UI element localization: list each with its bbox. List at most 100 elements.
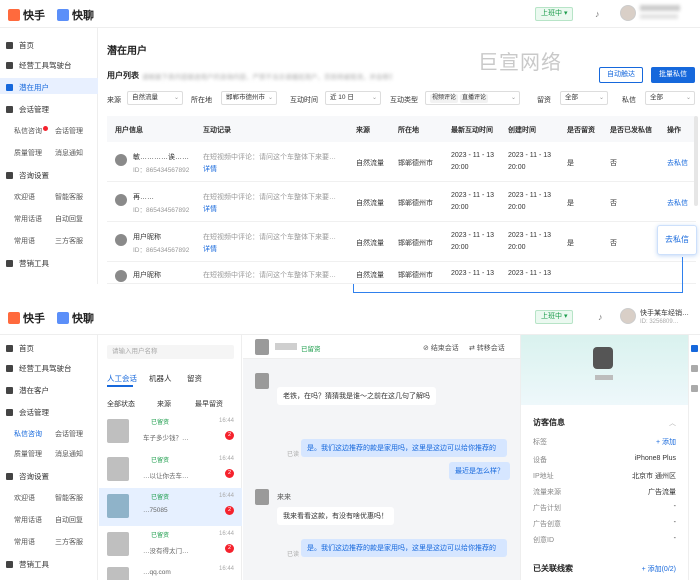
chat-header: 已留资 ⊘ 结束会话 ⇄ 转移会话: [243, 335, 520, 359]
sidebar-sub-common-phrases[interactable]: 常用话语: [14, 515, 42, 525]
th-created: 创建时间: [508, 127, 536, 134]
detail-link[interactable]: 详情: [203, 244, 217, 254]
status-dropdown[interactable]: 上班中 ▾: [535, 7, 574, 21]
callout-connector: [353, 284, 354, 292]
detail-link[interactable]: 详情: [203, 164, 217, 174]
sidebar-sub-auto-reply[interactable]: 自动回复: [55, 515, 83, 525]
add-tag-button[interactable]: + 添加: [656, 437, 676, 447]
search-input[interactable]: 请输入用户名称: [107, 345, 234, 359]
sidebar-item-marketing[interactable]: 营销工具: [6, 258, 49, 269]
kuailiao-logo[interactable]: 快聊: [57, 310, 94, 326]
kuaishou-logo-text: 快手: [23, 313, 45, 325]
sidebar-sub-third-party[interactable]: 三方客服: [55, 236, 83, 246]
created-time: 20:00: [508, 244, 526, 251]
add-lead-button[interactable]: + 添加(0/2): [642, 564, 676, 574]
message-bubble: 是。我们这边推荐的款是家用吗，这里是这边可以给你推荐的: [301, 539, 507, 557]
sidebar-item-potential-users[interactable]: 潜在用户: [6, 82, 49, 93]
time-filter[interactable]: 最早留资: [195, 399, 223, 409]
tab-retained[interactable]: 留资: [187, 373, 202, 384]
sidebar-item-home[interactable]: 首页: [6, 343, 34, 354]
send-dm-popover-button[interactable]: 去私信: [657, 225, 697, 255]
sidebar-sub-private-msg[interactable]: 私信咨询: [14, 126, 48, 136]
location-filter-select[interactable]: 邯郸市德州市 ⌄: [221, 91, 277, 105]
tab-robot[interactable]: 机器人: [149, 373, 172, 384]
sidebar-sub-welcome[interactable]: 欢迎语: [14, 192, 35, 202]
avatar[interactable]: [620, 308, 636, 324]
source-filter-select[interactable]: 自然流量 ⌄: [127, 91, 183, 105]
status-dropdown[interactable]: 上班中 ▾: [535, 310, 574, 324]
message-icon[interactable]: [691, 365, 698, 372]
bell-icon[interactable]: ♪: [598, 312, 608, 322]
status-filter[interactable]: 全部状态: [107, 399, 135, 409]
sidebar-item-marketing[interactable]: 营销工具: [6, 559, 49, 570]
transfer-session-button[interactable]: ⇄ 转移会话: [469, 343, 505, 353]
sidebar-sub-notice[interactable]: 消息通知: [55, 449, 83, 459]
detail-link[interactable]: 详情: [203, 204, 217, 214]
kuailiao-logo[interactable]: 快聊: [57, 7, 94, 23]
send-dm-link[interactable]: 去私信: [667, 198, 688, 208]
sidebar-sub-private-msg[interactable]: 私信咨询: [14, 429, 42, 439]
retained-filter-select[interactable]: 全部 ⌄: [560, 91, 608, 105]
sidebar-sub-quality[interactable]: 质量管理: [14, 148, 42, 158]
type-filter-select[interactable]: 视频评论 直播评论 ⌄: [425, 91, 520, 105]
user-icon[interactable]: [691, 345, 698, 352]
sidebar-sub-notice[interactable]: 消息通知: [55, 148, 83, 158]
type-tag[interactable]: 视频评论: [430, 94, 459, 103]
kuaishou-logo[interactable]: 快手: [8, 310, 45, 326]
list-item[interactable]: 已留资 …以让你去车… 16:44 2: [99, 451, 242, 489]
sidebar-sub-label: 常用话语: [14, 216, 42, 223]
sidebar-sub-session[interactable]: 会话管理: [55, 126, 83, 136]
retained-tag: 已留资: [151, 458, 170, 464]
visitor-name: [595, 375, 613, 380]
time-filter-select[interactable]: 近 10 日 ⌄: [325, 91, 381, 105]
document-icon[interactable]: [691, 385, 698, 392]
table-scrollbar[interactable]: [694, 116, 698, 206]
collapse-icon[interactable]: ︿: [669, 418, 676, 428]
sidebar-sub-smart-service[interactable]: 智能客服: [55, 493, 83, 503]
sidebar-item-home[interactable]: 首页: [6, 40, 34, 51]
list-item[interactable]: 已留资 …没有得太门… 16:44 2: [99, 526, 242, 564]
sidebar-item-consult-settings[interactable]: 咨询设置: [6, 170, 49, 181]
sidebar-sub-phrases[interactable]: 常用语: [14, 537, 35, 547]
sidebar-sub-smart-service[interactable]: 智能客服: [55, 192, 83, 202]
sidebar-item-dashboard[interactable]: 经营工具驾驶台: [6, 60, 72, 71]
source-filter[interactable]: 来源: [157, 399, 171, 409]
bulk-message-button[interactable]: 批量私信: [651, 67, 695, 83]
sidebar-sub-session[interactable]: 会话管理: [55, 429, 83, 439]
list-item[interactable]: …qq.com 16:44: [99, 561, 242, 580]
message-time: 16:44: [218, 493, 234, 499]
tab-manual[interactable]: 人工会话: [107, 373, 137, 384]
avatar[interactable]: [620, 5, 636, 21]
sidebar-item-session-management[interactable]: 会话管理: [6, 104, 49, 115]
sidebar-sub-label: 欢迎语: [14, 495, 35, 502]
sidebar-item-consult-settings[interactable]: 咨询设置: [6, 471, 49, 482]
end-session-button[interactable]: ⊘ 结束会话: [423, 343, 459, 353]
sidebar-item-label: 潜在用户: [19, 83, 49, 92]
sidebar-sub-auto-reply[interactable]: 自动回复: [55, 214, 83, 224]
top-bar: 快手 快聊 上班中 ▾ ♪ 快手某车经销… ID: 3256809…: [0, 298, 700, 335]
sidebar-sub-phrases[interactable]: 常用语: [14, 236, 35, 246]
list-item[interactable]: 已留资 车子多少钱？… 16:44 2: [99, 413, 242, 451]
sidebar-sub-welcome[interactable]: 欢迎语: [14, 493, 35, 503]
sidebar-item-session-management[interactable]: 会话管理: [6, 407, 49, 418]
sender-name: 来来: [277, 494, 291, 501]
sidebar-item-potential-customers[interactable]: 潜在客户: [6, 385, 49, 396]
user-name: 用户昵称: [133, 272, 161, 279]
sidebar-sub-common-phrases[interactable]: 常用话语: [14, 214, 42, 224]
location-filter-value: 邯郸市德州市: [226, 94, 265, 101]
message-time: 16:44: [218, 418, 234, 424]
user-id: ID：865434567892: [133, 207, 190, 214]
sidebar-sub-third-party[interactable]: 三方客服: [55, 537, 83, 547]
dm-filter-select[interactable]: 全部 ⌄: [645, 91, 695, 105]
sidebar-sub-quality[interactable]: 质量管理: [14, 449, 42, 459]
sidebar-item-dashboard[interactable]: 经营工具驾驶台: [6, 363, 72, 374]
send-dm-link[interactable]: 去私信: [667, 158, 688, 168]
list-item-selected[interactable]: 已留资 …75085 16:44 2: [99, 488, 242, 526]
type-tag[interactable]: 直播评论: [460, 94, 489, 103]
tag-label: 标签: [533, 439, 547, 446]
kuaishou-logo[interactable]: 快手: [8, 7, 45, 23]
bell-icon[interactable]: ♪: [595, 9, 605, 19]
page-title: 潜在用户: [107, 46, 147, 57]
dashboard-icon: [6, 365, 13, 372]
auto-reach-button[interactable]: 自动触达: [599, 67, 643, 83]
